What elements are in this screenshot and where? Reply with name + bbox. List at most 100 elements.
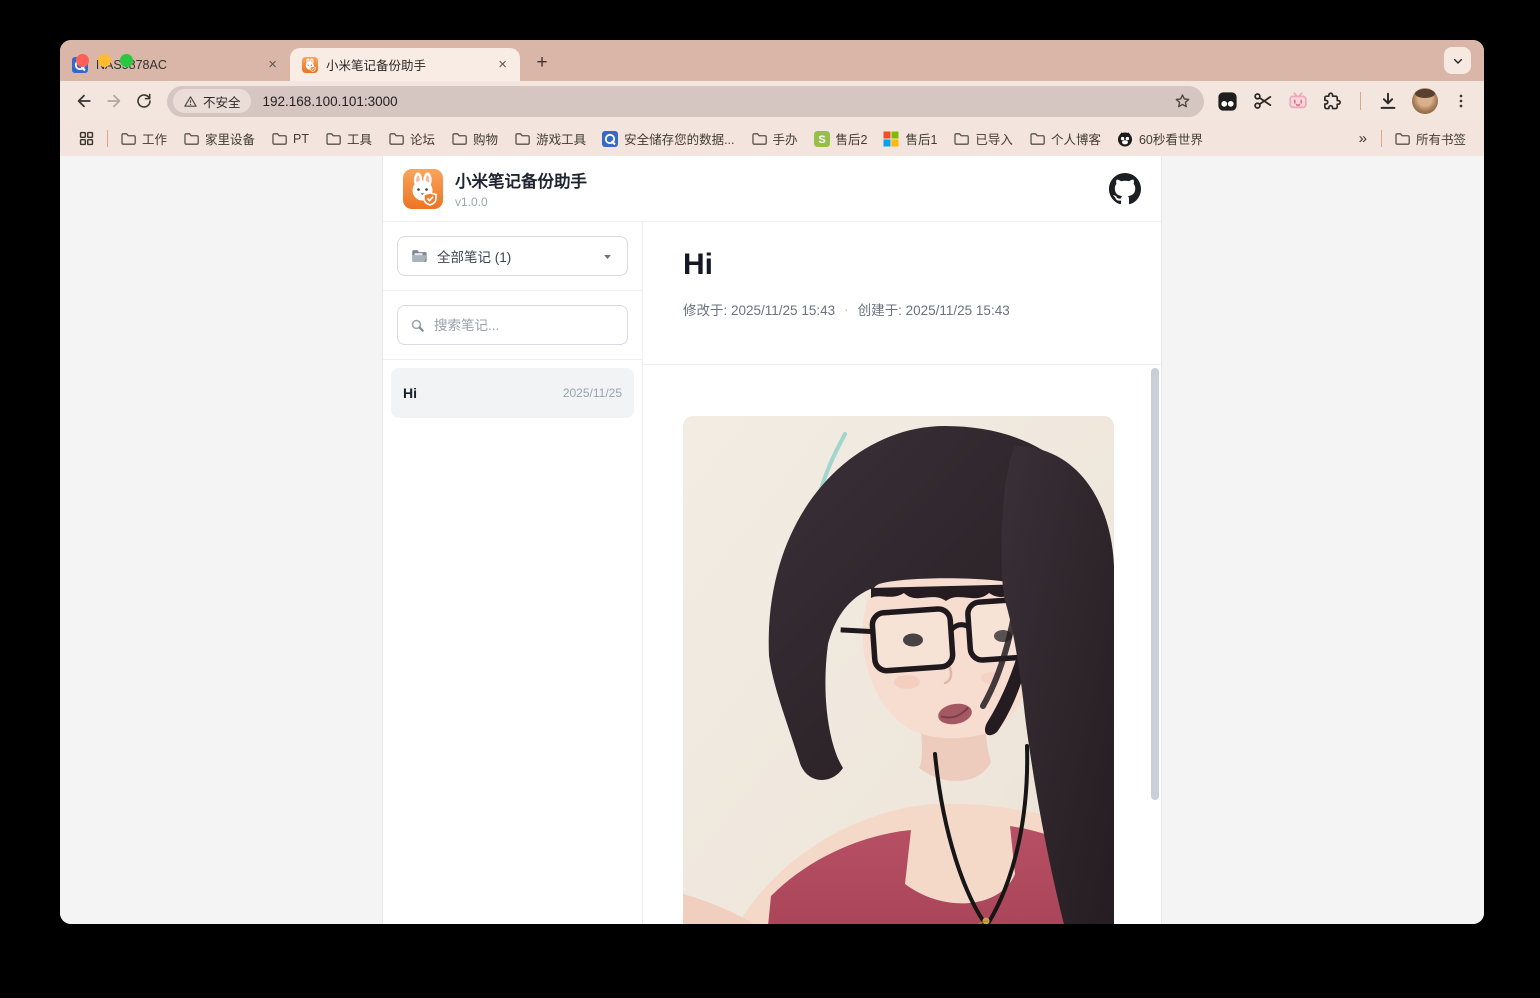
apps-grid-icon (78, 130, 95, 147)
tab-label: 小米笔记备份助手 (326, 55, 487, 74)
bookmarks-bar: 工作 家里设备 PT 工具 论坛 购物 游戏工具 安全储存您的数据... 手办 … (60, 121, 1484, 156)
star-icon (1173, 92, 1192, 111)
browser-toolbar: 不安全 192.168.100.101:3000 (60, 81, 1484, 121)
extensions-puzzle-icon[interactable] (1322, 90, 1344, 112)
bookmark-folder-forum[interactable]: 论坛 (380, 125, 443, 152)
bilibili-tv-extension-icon[interactable] (1287, 90, 1309, 112)
reload-icon (135, 92, 153, 110)
note-list: Hi 2025/11/25 (383, 360, 642, 426)
bookmark-star-button[interactable] (1173, 92, 1192, 111)
folder-icon (1029, 131, 1045, 147)
bookmark-label: 已导入 (975, 129, 1013, 148)
window-controls (76, 54, 133, 67)
bookmark-folder-shopping[interactable]: 购物 (443, 125, 506, 152)
meta-separator: · (844, 302, 849, 317)
extension-icons (1212, 88, 1475, 114)
tab-search-button[interactable] (1444, 47, 1471, 74)
minimize-window-button[interactable] (98, 54, 111, 67)
tampermonkey-extension-icon[interactable] (1216, 90, 1239, 113)
tab-xiaomi-notes[interactable]: 小米笔记备份助手 × (290, 48, 520, 81)
bookmark-folder-figures[interactable]: 手办 (743, 125, 806, 152)
all-bookmarks-button[interactable]: 所有书签 (1386, 125, 1474, 152)
search-box (397, 305, 628, 345)
zoom-window-button[interactable] (120, 54, 133, 67)
address-bar[interactable]: 不安全 192.168.100.101:3000 (167, 86, 1204, 117)
downloads-icon[interactable] (1377, 90, 1399, 112)
note-item-date: 2025/11/25 (563, 386, 622, 400)
folder-filter-value: 全部笔记 (1) (437, 246, 511, 266)
tab-strip: NAS5878AC × 小米笔记备份助手 × + (60, 40, 1484, 81)
reload-button[interactable] (129, 86, 159, 116)
folder-tray-icon (410, 247, 428, 265)
bookmark-label: 论坛 (410, 129, 435, 148)
new-tab-button[interactable]: + (528, 49, 556, 77)
folder-filter-select[interactable]: 全部笔记 (1) (397, 236, 628, 276)
note-detail-panel: Hi 修改于: 2025/11/25 15:43 · 创建于: 2025/11/… (643, 222, 1161, 924)
notes-sidebar: 全部笔记 (1) Hi 2025/11/25 (383, 222, 643, 924)
github-icon (1109, 173, 1141, 205)
app-columns: 全部笔记 (1) Hi 2025/11/25 (383, 222, 1161, 924)
close-window-button[interactable] (76, 54, 89, 67)
app-header: 小米笔记备份助手 v1.0.0 (383, 156, 1161, 222)
bookmark-aftersale-1[interactable]: 售后1 (875, 125, 945, 152)
bookmark-folder-blog[interactable]: 个人博客 (1021, 125, 1109, 152)
note-body (643, 365, 1161, 924)
folder-filter-section: 全部笔记 (1) (383, 222, 642, 291)
search-icon (410, 317, 425, 334)
search-input[interactable] (434, 318, 615, 333)
qnap-icon (602, 131, 618, 147)
bookmark-label: PT (293, 132, 309, 146)
bookmark-label: 60秒看世界 (1139, 129, 1203, 148)
caret-down-icon (600, 249, 615, 264)
bookmarks-divider (107, 130, 108, 147)
bookmark-label: 手办 (773, 129, 798, 148)
bookmark-folder-home-devices[interactable]: 家里设备 (175, 125, 263, 152)
bookmark-aftersale-2[interactable]: 售后2 (806, 125, 876, 152)
app-rabbit-logo-icon (403, 169, 443, 209)
clipper-scissors-extension-icon[interactable] (1252, 90, 1274, 112)
menu-kebab-icon[interactable] (1451, 91, 1471, 111)
app-title-block: 小米笔记备份助手 v1.0.0 (455, 168, 587, 209)
bookmark-label: 工作 (142, 129, 167, 148)
forward-arrow-icon (104, 91, 124, 111)
bookmark-folder-imported[interactable]: 已导入 (945, 125, 1021, 152)
browser-window: NAS5878AC × 小米笔记备份助手 × + 不安全 192.168.100… (60, 40, 1484, 924)
bookmark-folder-work[interactable]: 工作 (112, 125, 175, 152)
cat-icon (1117, 131, 1133, 147)
profile-avatar[interactable] (1412, 88, 1438, 114)
apps-grid-button[interactable] (70, 126, 103, 151)
note-item-title: Hi (403, 385, 417, 401)
close-tab-icon[interactable]: × (495, 56, 510, 73)
bookmarks-divider (1381, 130, 1382, 147)
bookmark-folder-game-tools[interactable]: 游戏工具 (506, 125, 594, 152)
microsoft-icon (883, 131, 899, 147)
bookmark-60s-world[interactable]: 60秒看世界 (1109, 125, 1211, 152)
folder-icon (271, 131, 287, 147)
note-meta: 修改于: 2025/11/25 15:43 · 创建于: 2025/11/25 … (683, 299, 1121, 319)
back-button[interactable] (69, 86, 99, 116)
back-arrow-icon (74, 91, 94, 111)
bookmark-label: 家里设备 (205, 129, 255, 148)
bookmark-folder-pt[interactable]: PT (263, 127, 317, 151)
note-list-item[interactable]: Hi 2025/11/25 (391, 368, 634, 418)
site-security-chip[interactable]: 不安全 (173, 89, 251, 113)
bookmark-label: 所有书签 (1416, 129, 1466, 148)
bookmark-label: 售后2 (836, 129, 868, 148)
bookmarks-overflow-button[interactable]: » (1349, 130, 1377, 147)
toolbar-divider (1360, 92, 1361, 110)
page-viewport: 小米笔记备份助手 v1.0.0 全部笔记 (1) (60, 156, 1484, 924)
bookmark-label: 个人博客 (1051, 129, 1101, 148)
github-link[interactable] (1109, 173, 1141, 205)
close-tab-icon[interactable]: × (265, 56, 280, 73)
folder-icon (120, 131, 136, 147)
bookmark-qnap[interactable]: 安全储存您的数据... (594, 125, 742, 152)
note-title: Hi (683, 248, 1121, 282)
rabbit-favicon (302, 57, 318, 73)
content-scrollbar-thumb[interactable] (1151, 368, 1159, 800)
warning-triangle-icon (183, 94, 198, 109)
bookmark-folder-tools[interactable]: 工具 (317, 125, 380, 152)
forward-button[interactable] (99, 86, 129, 116)
bookmark-label: 游戏工具 (536, 129, 586, 148)
note-detail-header: Hi 修改于: 2025/11/25 15:43 · 创建于: 2025/11/… (643, 222, 1161, 365)
folder-icon (953, 131, 969, 147)
